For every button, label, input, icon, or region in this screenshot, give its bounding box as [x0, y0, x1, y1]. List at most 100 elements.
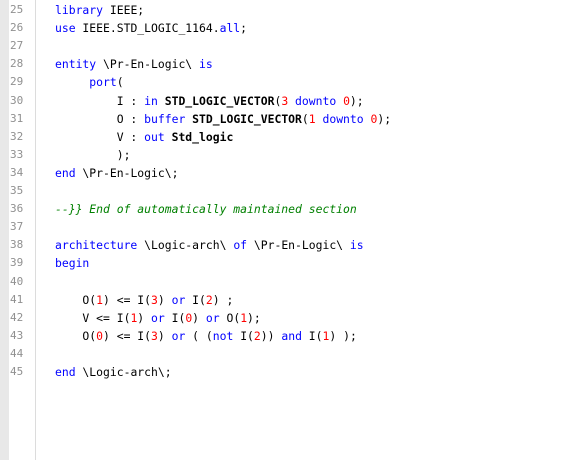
code-text[interactable]: begin: [55, 254, 89, 272]
keyword-token: buffer: [144, 111, 186, 126]
text-token: (: [301, 111, 309, 126]
comment-token: --}} End of automatically maintained sec…: [55, 202, 357, 217]
code-line[interactable]: 29 port(: [0, 73, 568, 91]
code-line[interactable]: 36 --}} End of automatically maintained s…: [0, 200, 568, 218]
code-line[interactable]: 30 I : in STD_LOGIC_VECTOR(3 downto 0);: [0, 92, 568, 110]
code-text[interactable]: O(0) <= I(3) or ( (not I(2)) and I(1) );: [55, 327, 357, 345]
text-token: )): [260, 328, 282, 343]
keyword-token: port: [89, 75, 117, 90]
code-text[interactable]: O(1) <= I(3) or I(2) ;: [55, 291, 233, 309]
code-text[interactable]: I : in STD_LOGIC_VECTOR(3 downto 0);: [55, 92, 364, 110]
code-editor[interactable]: 25 library IEEE; 26 use IEEE.STD_LOGIC_1164…: [0, 0, 568, 460]
type-token: Std_logic: [171, 129, 234, 144]
line-number: 29: [10, 75, 24, 89]
code-line[interactable]: 27: [0, 37, 568, 55]
code-text[interactable]: port(: [55, 73, 123, 91]
line-number: 40: [10, 274, 24, 288]
line-number: 41: [10, 292, 24, 306]
code-text[interactable]: use IEEE.STD_LOGIC_1164.all;: [55, 19, 247, 37]
type-token: STD_LOGIC_VECTOR: [164, 93, 275, 108]
text-token: ) );: [329, 328, 357, 343]
code-text[interactable]: end \Pr-En-Logic\;: [55, 164, 178, 182]
code-text[interactable]: architecture \Logic-arch\ of \Pr-En-Logi…: [55, 236, 364, 254]
text-token: \Logic-arch\;: [75, 365, 172, 379]
code-text[interactable]: );: [55, 146, 131, 164]
code-line[interactable]: 28 entity \Pr-En-Logic\ is: [0, 55, 568, 73]
line-number: 27: [10, 39, 24, 53]
keyword-token: or: [205, 310, 220, 325]
text-token: IEEE.STD_LOGIC_1164.: [75, 21, 220, 36]
code-text[interactable]: O : buffer STD_LOGIC_VECTOR(1 downto 0);: [55, 110, 391, 128]
keyword-token: all: [219, 21, 241, 36]
keyword-token: is: [199, 57, 213, 72]
text-token: );: [55, 147, 131, 162]
code-text[interactable]: end \Logic-arch\;: [55, 363, 172, 381]
code-line[interactable]: 34 end \Pr-En-Logic\;: [0, 164, 568, 182]
text-token: \Pr-En-Logic\;: [75, 165, 179, 180]
text-token: \Logic-arch\: [137, 238, 234, 253]
line-number: 45: [10, 365, 24, 378]
text-token: ;: [240, 21, 248, 36]
text-token: I(: [233, 328, 254, 343]
text-token: );: [377, 111, 392, 126]
text-token: ( (: [185, 328, 213, 343]
number-token: 2: [253, 328, 261, 343]
code-text[interactable]: library IEEE;: [55, 1, 144, 19]
code-text[interactable]: --}} End of automatically maintained sec…: [55, 200, 357, 218]
keyword-token: library: [55, 3, 104, 17]
text-token: ) <= I(: [103, 328, 152, 343]
code-text[interactable]: entity \Pr-En-Logic\ is: [55, 55, 213, 73]
text-token: I(: [164, 310, 186, 325]
keyword-token: end: [55, 165, 76, 180]
line-number: 30: [10, 93, 24, 107]
text-token: IEEE;: [103, 3, 145, 17]
text-token: ): [137, 310, 152, 325]
number-token: 0: [96, 328, 104, 343]
code-line[interactable]: 26 use IEEE.STD_LOGIC_1164.all;: [0, 19, 568, 37]
keyword-token: use: [55, 21, 76, 36]
text-token: );: [349, 93, 364, 108]
text-token: I :: [55, 93, 145, 108]
code-line[interactable]: 33 );: [0, 146, 568, 164]
code-line[interactable]: 45 end \Logic-arch\;: [0, 363, 568, 381]
code-line[interactable]: 32 V : out Std_logic: [0, 128, 568, 146]
line-number: 39: [10, 256, 24, 270]
code-text[interactable]: V : out Std_logic: [55, 128, 234, 146]
code-line[interactable]: 40: [0, 273, 568, 291]
text-token: O(: [55, 292, 97, 307]
number-token: 1: [96, 292, 104, 307]
text-token: \Pr-En-Logic\: [96, 57, 200, 72]
line-number: 32: [10, 129, 24, 143]
text-token: ) <= I(: [103, 292, 152, 307]
code-line[interactable]: 31 O : buffer STD_LOGIC_VECTOR(1 downto …: [0, 110, 568, 128]
keyword-token: entity: [55, 57, 97, 72]
keyword-token: out: [144, 129, 165, 144]
text-token: V :: [55, 129, 145, 144]
code-line[interactable]: 41 O(1) <= I(3) or I(2) ;: [0, 291, 568, 309]
text-token: I(: [301, 328, 323, 343]
line-number: 34: [10, 165, 24, 179]
code-line[interactable]: 25 library IEEE;: [0, 1, 568, 19]
code-line[interactable]: 38 architecture \Logic-arch\ of \Pr-En-Lo…: [0, 236, 568, 254]
code-line[interactable]: 39 begin: [0, 254, 568, 272]
keyword-token: in: [144, 93, 158, 108]
text-token: ): [157, 292, 172, 307]
keyword-token: is: [349, 238, 364, 253]
line-number: 33: [10, 147, 24, 161]
number-token: 3: [151, 328, 158, 343]
code-line[interactable]: 42 V <= I(1) or I(0) or O(1);: [0, 309, 568, 327]
code-line[interactable]: 35: [0, 182, 568, 200]
keyword-token: or: [171, 292, 186, 307]
code-line[interactable]: 44: [0, 345, 568, 363]
code-text[interactable]: V <= I(1) or I(0) or O(1);: [55, 309, 260, 327]
text-token: ): [157, 328, 172, 343]
line-number: 35: [10, 184, 24, 197]
code-line[interactable]: 43 O(0) <= I(3) or ( (not I(2)) and I(1)…: [0, 327, 568, 345]
line-number: 25: [10, 3, 24, 16]
text-token: O(: [55, 328, 97, 343]
line-number: 44: [10, 346, 24, 360]
code-line[interactable]: 37: [0, 218, 568, 236]
